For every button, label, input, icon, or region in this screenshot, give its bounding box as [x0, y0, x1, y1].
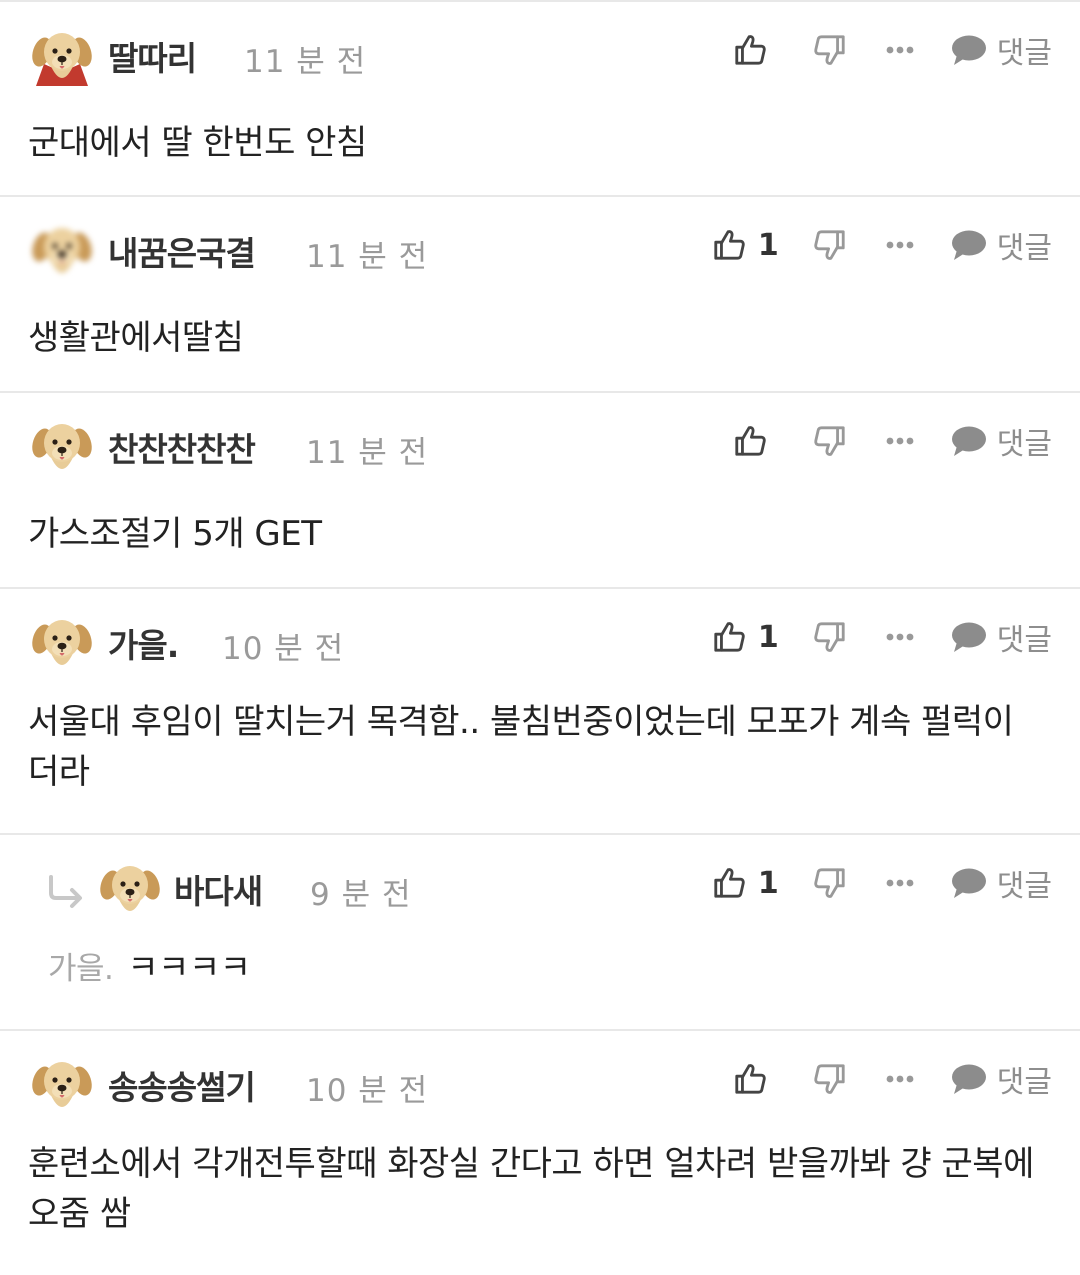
speech-bubble-icon [951, 230, 986, 260]
reply-button[interactable]: 댓글 [951, 223, 1052, 267]
comment-text: 가스조절기 5개 GET [28, 514, 322, 554]
like-button[interactable]: 1 [709, 866, 779, 901]
more-dots-icon [886, 633, 914, 641]
thumbs-up-icon [712, 620, 746, 654]
reply-label: 댓글 [996, 36, 1052, 71]
more-dots-icon [886, 437, 914, 445]
comment-actions: 1 댓글 [709, 221, 1052, 269]
reply-button[interactable]: 댓글 [951, 419, 1052, 463]
blurred-dog-avatar[interactable] [30, 217, 94, 281]
like-button[interactable] [709, 424, 779, 458]
dog-avatar[interactable] [30, 1051, 94, 1115]
comment-timestamp: 11 분 전 [306, 435, 429, 471]
dislike-button[interactable] [813, 228, 847, 262]
comment-timestamp: 11 분 전 [244, 44, 367, 80]
dislike-button[interactable] [813, 33, 847, 67]
more-dots-icon [886, 1075, 914, 1083]
thumbs-up-icon [733, 424, 767, 458]
dog-cape-avatar[interactable] [30, 22, 94, 86]
speech-bubble-icon [951, 622, 986, 652]
dog-avatar[interactable] [30, 609, 94, 673]
speech-bubble-icon [951, 868, 986, 898]
comment-timestamp: 10 분 전 [222, 631, 345, 667]
thumbs-up-icon [733, 1062, 767, 1096]
like-button[interactable]: 1 [709, 620, 779, 655]
dislike-button[interactable] [813, 424, 847, 458]
like-button[interactable] [709, 1062, 779, 1096]
more-dots-icon [886, 879, 914, 887]
more-options-button[interactable] [885, 878, 915, 888]
reply-label: 댓글 [996, 231, 1052, 266]
comment-text: 생활관에서딸침 [28, 318, 244, 358]
thumbs-up-icon [712, 228, 746, 262]
more-options-button[interactable] [885, 632, 915, 642]
thumbs-up-icon [712, 866, 746, 900]
more-options-button[interactable] [885, 45, 915, 55]
comment-author-name[interactable]: 딸따리 [108, 32, 197, 80]
like-button[interactable]: 1 [709, 228, 779, 263]
comment-text-row: 가을. ㅋㅋㅋㅋ [0, 943, 1080, 994]
reply-button[interactable]: 댓글 [951, 28, 1052, 72]
comment-item: 찬찬찬찬찬 11 분 전 댓글 가스조절기 5개 GET [0, 393, 1080, 589]
thumbs-down-icon [813, 424, 847, 458]
thumbs-down-icon [813, 33, 847, 67]
reply-label: 댓글 [996, 869, 1052, 904]
comment-actions: 1 댓글 [709, 859, 1052, 907]
comment-author-name[interactable]: 송송송썰기 [108, 1061, 256, 1109]
reply-button[interactable]: 댓글 [951, 1057, 1052, 1101]
reply-arrow-icon [49, 875, 82, 908]
dislike-button[interactable] [813, 1062, 847, 1096]
speech-bubble-icon [951, 1064, 986, 1094]
dislike-button[interactable] [813, 620, 847, 654]
comment-item: 가을. 10 분 전 1 댓글 서울대 후임이 딸치는거 목격함.. 불침번중이… [0, 589, 1080, 835]
comment-timestamp: 10 분 전 [306, 1073, 429, 1109]
dog-avatar[interactable] [30, 413, 94, 477]
reply-comment-item: 바다새 9 분 전 1 댓글 가을. ㅋㅋㅋㅋ [0, 835, 1080, 1031]
comment-timestamp: 11 분 전 [306, 239, 429, 275]
thumbs-down-icon [813, 620, 847, 654]
dislike-button[interactable] [813, 866, 847, 900]
more-dots-icon [886, 241, 914, 249]
thumbs-down-icon [813, 866, 847, 900]
more-options-button[interactable] [885, 436, 915, 446]
comment-author-name[interactable]: 내꿈은국결 [108, 227, 256, 275]
comment-actions: 댓글 [709, 26, 1052, 74]
like-count: 1 [757, 865, 779, 901]
comment-actions: 1 댓글 [709, 613, 1052, 661]
thumbs-up-icon [733, 33, 767, 67]
comment-item: 딸따리 11 분 전 댓글 군대에서 딸 한번도 안침 [0, 2, 1080, 197]
more-options-button[interactable] [885, 240, 915, 250]
comment-text: 훈련소에서 각개전투할때 화장실 간다고 하면 얼차려 받을까봐 걍 군복에 오… [28, 1144, 1034, 1234]
comment-item: 내꿈은국결 11 분 전 1 댓글 생활관에서딸침 [0, 197, 1080, 393]
comment-actions: 댓글 [709, 417, 1052, 465]
reply-label: 댓글 [996, 427, 1052, 462]
thumbs-down-icon [813, 1062, 847, 1096]
speech-bubble-icon [951, 35, 986, 65]
comment-item: 송송송썰기 10 분 전 댓글 훈련소에서 각개전투할때 화장실 간다고 하면 … [0, 1031, 1080, 1275]
comment-timestamp: 9 분 전 [310, 877, 412, 913]
comment-actions: 댓글 [709, 1055, 1052, 1103]
reply-label: 댓글 [996, 623, 1052, 658]
thumbs-down-icon [813, 228, 847, 262]
comment-author-name[interactable]: 가을. [108, 619, 179, 667]
mention-tag[interactable]: 가을. [48, 951, 114, 987]
comment-text: ㅋㅋㅋㅋ [127, 948, 251, 988]
comment-text: 서울대 후임이 딸치는거 목격함.. 불침번중이었는데 모포가 계속 펄럭이더라 [28, 702, 1014, 792]
comment-author-name[interactable]: 바다새 [174, 865, 263, 913]
reply-label: 댓글 [996, 1065, 1052, 1100]
reply-button[interactable]: 댓글 [951, 615, 1052, 659]
comment-text: 군대에서 딸 한번도 안침 [28, 123, 367, 163]
like-button[interactable] [709, 33, 779, 67]
speech-bubble-icon [951, 426, 986, 456]
more-options-button[interactable] [885, 1074, 915, 1084]
like-count: 1 [757, 227, 779, 263]
dog-avatar[interactable] [98, 855, 162, 919]
like-count: 1 [757, 619, 779, 655]
reply-button[interactable]: 댓글 [951, 861, 1052, 905]
more-dots-icon [886, 46, 914, 54]
comment-author-name[interactable]: 찬찬찬찬찬 [108, 423, 256, 471]
